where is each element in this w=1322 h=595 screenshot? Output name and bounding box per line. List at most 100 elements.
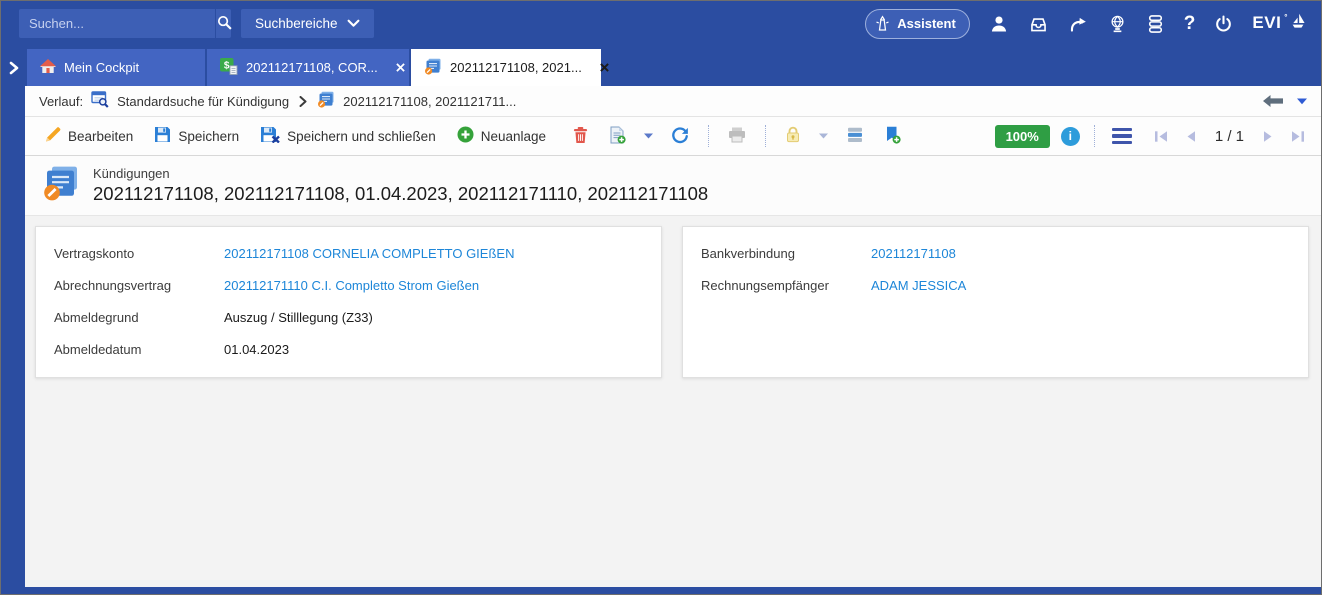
printer-icon xyxy=(728,127,746,146)
tab-bar: Mein Cockpit $ 202112171108, COR... 2021… xyxy=(1,46,1321,86)
home-icon xyxy=(40,59,56,77)
billing-contract-link[interactable]: 202112171110 C.I. Completto Strom Gießen xyxy=(224,278,479,293)
field-row: Abmeldegrund Auszug / Stilllegung (Z33) xyxy=(54,310,643,342)
search-areas-label: Suchbereiche xyxy=(255,16,338,31)
sailboat-icon xyxy=(1291,13,1305,35)
tab-termination[interactable]: 202112171108, 2021... xyxy=(411,49,601,86)
breadcrumb-prefix: Verlauf: xyxy=(39,94,83,109)
tab-contract-account[interactable]: $ 202112171108, COR... xyxy=(207,49,409,86)
history-dropdown-caret[interactable] xyxy=(1297,98,1307,105)
search-results-icon xyxy=(91,91,109,111)
lock-button[interactable] xyxy=(780,122,806,150)
deregistration-date-value: 01.04.2023 xyxy=(224,342,289,357)
breadcrumb-item-search[interactable]: Standardsuche für Kündigung xyxy=(117,94,289,109)
search-areas-button[interactable]: Suchbereiche xyxy=(241,9,374,38)
bottom-edge-strip xyxy=(1,587,1321,594)
next-record-button[interactable] xyxy=(1261,128,1276,145)
main-area: Verlauf: Standardsuche für Kündigung 202… xyxy=(25,86,1321,587)
app-body: Verlauf: Standardsuche für Kündigung 202… xyxy=(1,86,1321,587)
toolbar-separator xyxy=(1094,125,1095,147)
termination-document-icon-large xyxy=(42,165,80,206)
globe-icon[interactable] xyxy=(1108,14,1127,34)
info-icon[interactable]: i xyxy=(1061,127,1080,146)
toolbar: Bearbeiten Speichern Speichern und schli… xyxy=(25,117,1321,156)
trash-icon xyxy=(573,126,588,147)
edit-button[interactable]: Bearbeiten xyxy=(39,122,138,150)
chevron-down-icon xyxy=(347,16,360,31)
termination-document-icon xyxy=(424,58,442,78)
delete-button[interactable] xyxy=(568,122,593,151)
topbar-actions: Assistent ? EVI° xyxy=(865,9,1305,39)
chevron-right-icon xyxy=(299,96,307,107)
hamburger-menu-button[interactable] xyxy=(1109,125,1135,148)
tab-close-icon[interactable] xyxy=(600,63,609,72)
breadcrumb: Verlauf: Standardsuche für Kündigung 202… xyxy=(25,86,1321,117)
history-back-button[interactable] xyxy=(1263,95,1283,107)
record-category: Kündigungen xyxy=(93,166,708,181)
record-pager: 1 / 1 xyxy=(1152,128,1307,145)
bookmark-add-button[interactable] xyxy=(880,122,906,151)
invoice-recipient-link[interactable]: ADAM JESSICA xyxy=(871,278,966,293)
stack-button[interactable] xyxy=(841,123,869,150)
left-edge-strip xyxy=(1,86,25,587)
bookmark-plus-icon xyxy=(885,126,901,147)
page-title: 202112171108, 202112171108, 01.04.2023, … xyxy=(93,183,708,205)
first-record-button[interactable] xyxy=(1152,128,1170,145)
search-box[interactable] xyxy=(19,9,231,38)
bank-details-link[interactable]: 202112171108 xyxy=(871,246,956,261)
print-button[interactable] xyxy=(723,123,751,150)
floppy-icon xyxy=(154,126,171,146)
tab-label: 202112171108, 2021... xyxy=(450,60,582,75)
copy-dropdown-caret[interactable] xyxy=(642,131,655,141)
completeness-badge: 100% xyxy=(995,125,1050,148)
tab-close-icon[interactable] xyxy=(396,63,405,72)
field-label: Abrechnungsvertrag xyxy=(54,278,224,293)
toolbar-separator xyxy=(708,125,709,147)
search-button[interactable] xyxy=(215,9,233,38)
dollar-document-icon: $ xyxy=(220,58,238,78)
new-record-button[interactable]: Neuanlage xyxy=(452,122,551,150)
copy-plus-icon xyxy=(609,126,626,147)
contract-account-link[interactable]: 202112171108 CORNELIA COMPLETTO GIEßEN xyxy=(224,246,514,261)
field-row: Rechnungsempfänger ADAM JESSICA xyxy=(701,278,1290,310)
pencil-icon xyxy=(44,126,61,146)
sidebar-expand-chevron[interactable] xyxy=(1,50,27,86)
inbox-icon[interactable] xyxy=(1028,15,1049,33)
field-label: Vertragskonto xyxy=(54,246,224,261)
search-icon xyxy=(216,14,233,34)
search-input[interactable] xyxy=(19,9,215,38)
redo-icon[interactable] xyxy=(1068,15,1089,33)
plus-circle-icon xyxy=(457,126,474,146)
database-icon[interactable] xyxy=(1146,14,1165,34)
user-icon[interactable] xyxy=(989,14,1009,34)
refresh-button[interactable] xyxy=(666,122,694,151)
termination-details-panel: Vertragskonto 202112171108 CORNELIA COMP… xyxy=(35,226,662,378)
copy-button[interactable] xyxy=(604,122,631,151)
lock-icon xyxy=(785,126,801,146)
billing-details-panel: Bankverbindung 202112171108 Rechnungsemp… xyxy=(682,226,1309,378)
brand-text: EVI xyxy=(1252,13,1281,33)
refresh-icon xyxy=(671,126,689,147)
field-label: Abmeldedatum xyxy=(54,342,224,357)
assistant-label: Assistent xyxy=(897,16,956,31)
tab-label: 202112171108, COR... xyxy=(246,60,378,75)
lock-dropdown-caret[interactable] xyxy=(817,131,830,141)
field-row: Vertragskonto 202112171108 CORNELIA COMP… xyxy=(54,246,643,278)
deregistration-reason-value: Auszug / Stilllegung (Z33) xyxy=(224,310,373,325)
field-row: Abrechnungsvertrag 202112171110 C.I. Com… xyxy=(54,278,643,310)
lighthouse-icon xyxy=(875,14,890,34)
field-label: Rechnungsempfänger xyxy=(701,278,871,293)
last-record-button[interactable] xyxy=(1289,128,1307,145)
field-row: Bankverbindung 202112171108 xyxy=(701,246,1290,278)
power-icon[interactable] xyxy=(1214,14,1233,34)
tab-label: Mein Cockpit xyxy=(64,60,139,75)
previous-record-button[interactable] xyxy=(1183,128,1198,145)
field-row: Abmeldedatum 01.04.2023 xyxy=(54,342,643,374)
assistant-button[interactable]: Assistent xyxy=(865,9,970,39)
tab-mein-cockpit[interactable]: Mein Cockpit xyxy=(27,49,205,86)
help-icon[interactable]: ? xyxy=(1184,13,1196,35)
save-button[interactable]: Speichern xyxy=(149,122,244,150)
app-window: Suchbereiche Assistent xyxy=(0,0,1322,595)
stack-icon xyxy=(846,127,864,146)
save-and-close-button[interactable]: Speichern und schließen xyxy=(255,122,441,150)
